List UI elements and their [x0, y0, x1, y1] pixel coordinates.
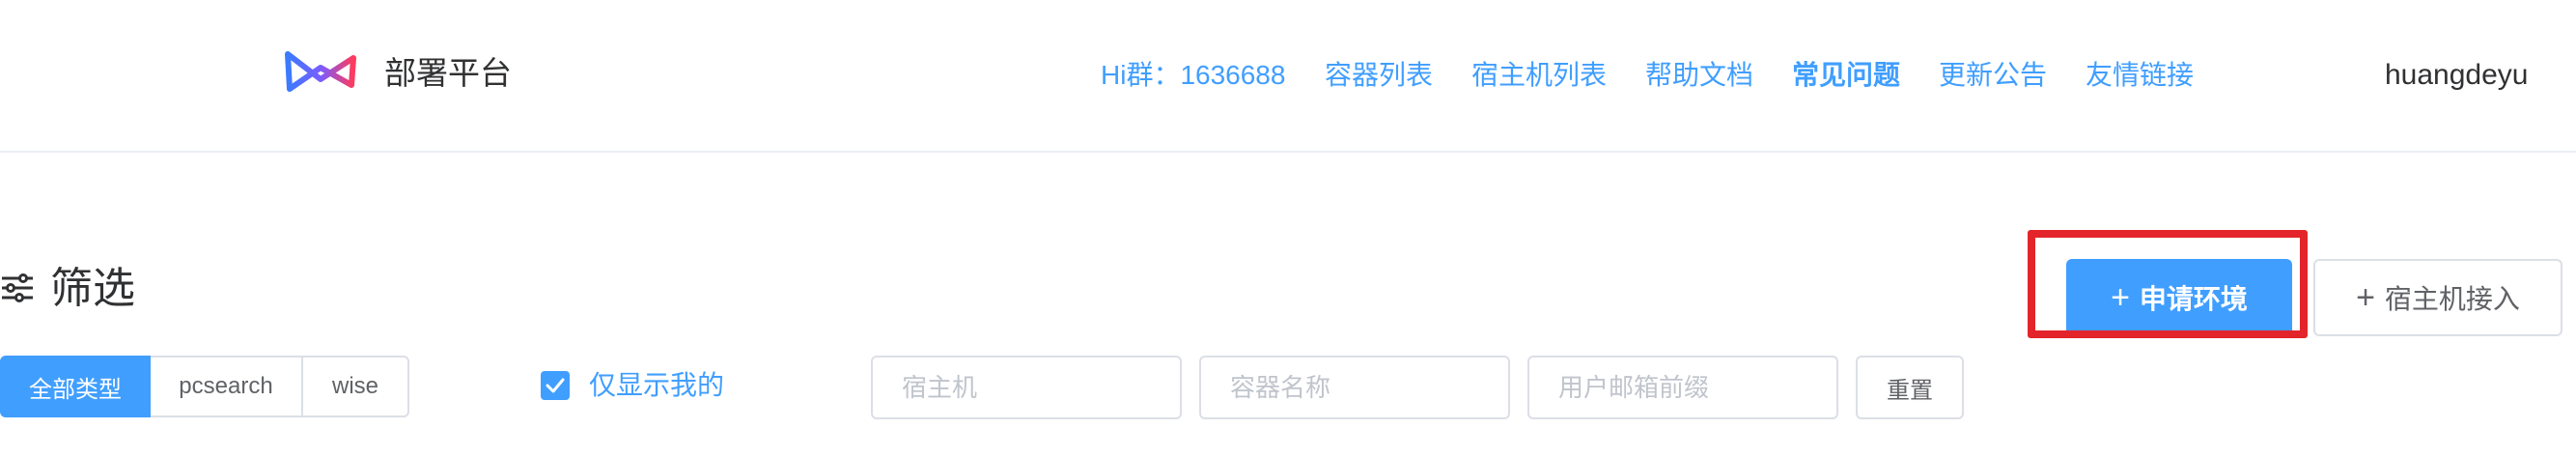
- filter-title: 筛选: [50, 265, 135, 312]
- reset-button[interactable]: 重置: [1856, 356, 1964, 419]
- app-logo-icon[interactable]: [284, 46, 357, 97]
- email-prefix-input[interactable]: [1527, 356, 1838, 419]
- nav-help-docs[interactable]: 帮助文档: [1645, 54, 1753, 97]
- plus-icon: +: [2111, 279, 2130, 316]
- check-icon: [546, 378, 565, 393]
- host-access-button[interactable]: + 宿主机接入: [2313, 259, 2562, 336]
- apply-environment-label: 申请环境: [2139, 284, 2248, 314]
- host-access-label: 宿主机接入: [2384, 284, 2520, 314]
- user-menu[interactable]: huangdeyu: [2385, 54, 2528, 97]
- type-option-wise[interactable]: wise: [303, 356, 409, 417]
- top-header: 部署平台 Hi群：1636688 容器列表 宿主机列表 帮助文档 常见问题 更新…: [0, 0, 2576, 153]
- nav-faq[interactable]: 常见问题: [1792, 54, 1900, 97]
- only-mine-label[interactable]: 仅显示我的: [589, 367, 724, 404]
- nav-hi-group[interactable]: Hi群：1636688: [1101, 54, 1285, 97]
- nav-container-list[interactable]: 容器列表: [1325, 54, 1433, 97]
- nav-host-list[interactable]: 宿主机列表: [1471, 54, 1607, 97]
- sliders-icon: [2, 273, 33, 302]
- plus-icon: +: [2356, 279, 2375, 316]
- container-name-input[interactable]: [1199, 356, 1510, 419]
- only-mine-checkbox[interactable]: [541, 371, 570, 400]
- apply-environment-button[interactable]: + 申请环境: [2066, 259, 2292, 336]
- type-option-pcsearch[interactable]: pcsearch: [151, 356, 303, 417]
- type-option-all[interactable]: 全部类型: [0, 356, 151, 417]
- app-title: 部署平台: [384, 55, 512, 91]
- nav-friend-links[interactable]: 友情链接: [2086, 54, 2194, 97]
- host-input[interactable]: [871, 356, 1182, 419]
- nav-updates[interactable]: 更新公告: [1939, 54, 2047, 97]
